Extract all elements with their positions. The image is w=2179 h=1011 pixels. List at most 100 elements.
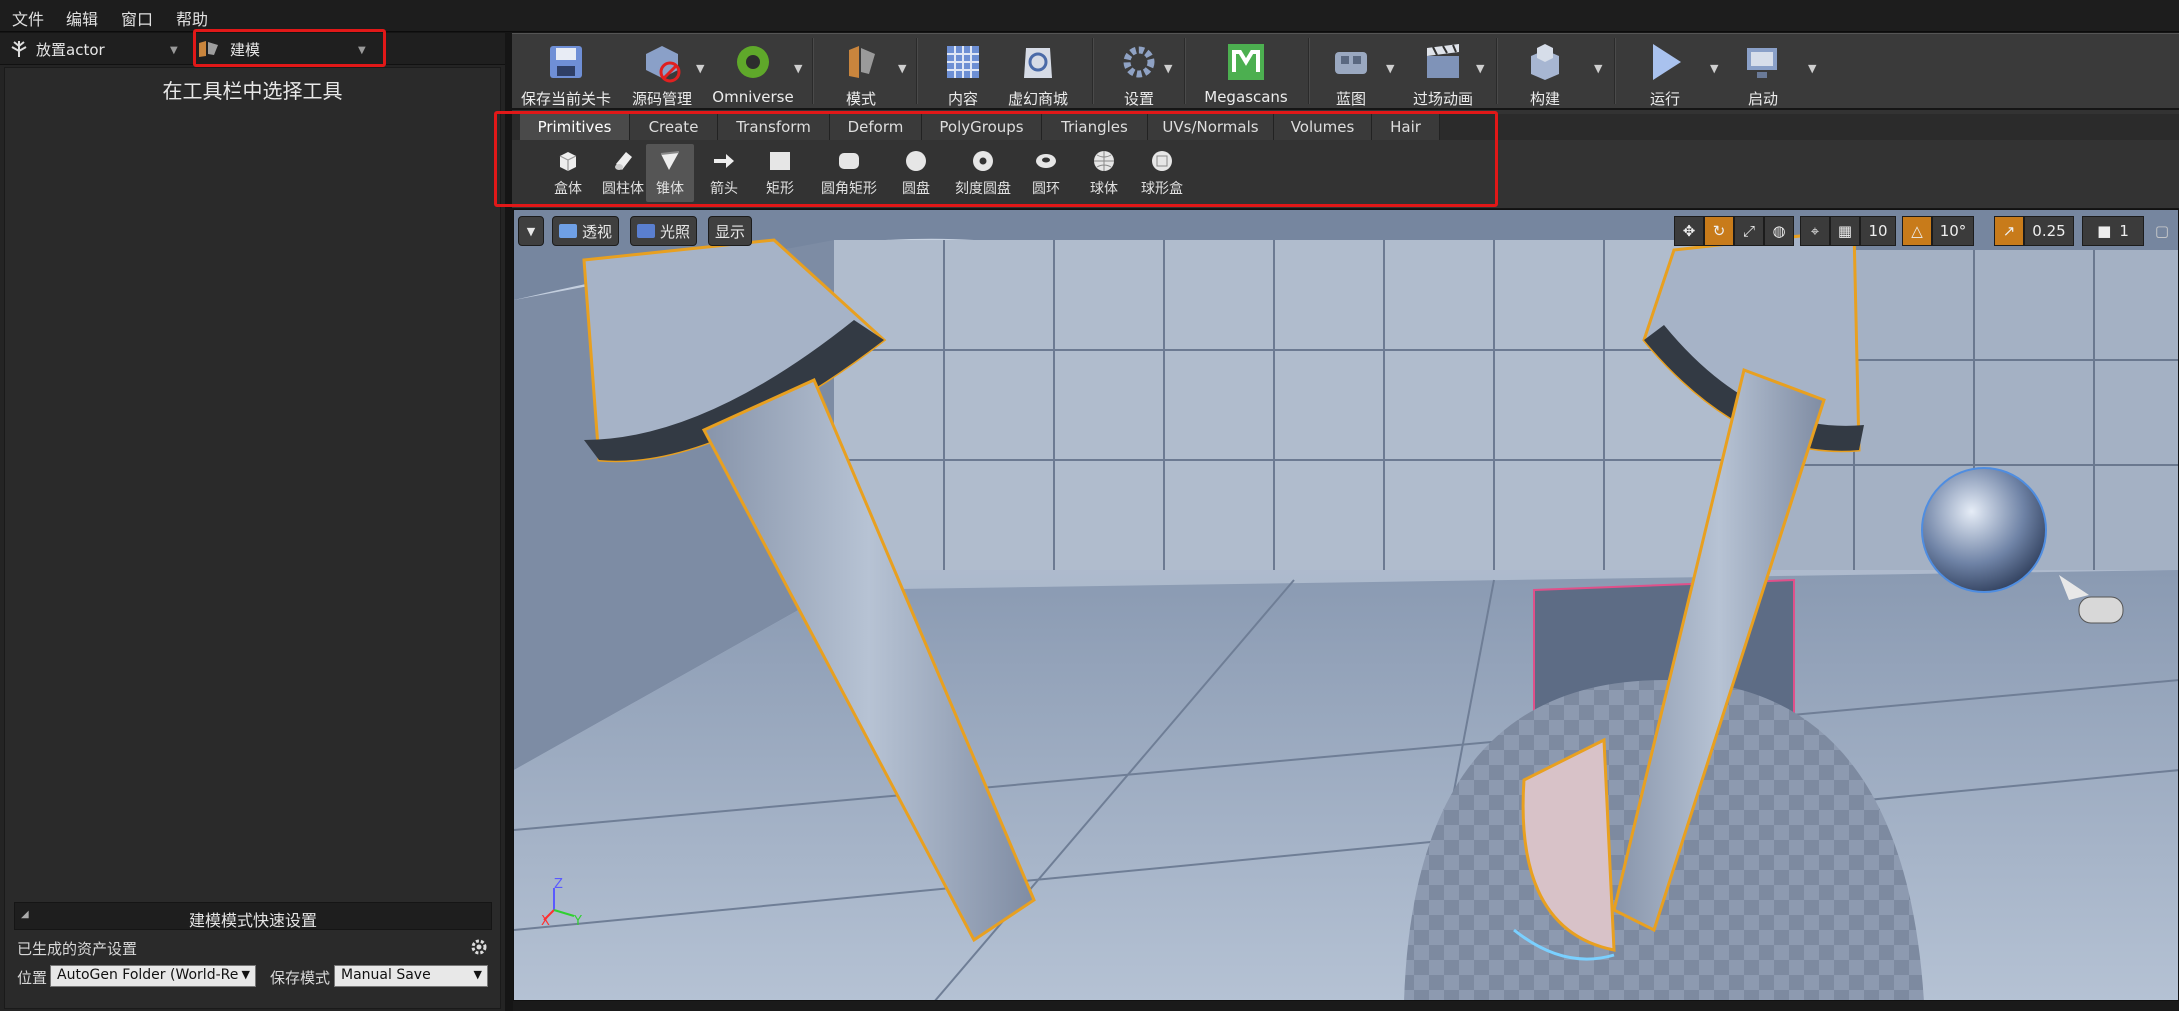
modes-icon — [849, 46, 875, 78]
content-button[interactable]: 内容 — [930, 38, 996, 108]
level-viewport[interactable]: Z X Y ▼ 透视 光照 显示 ✥ ↻ ⤢ ◍ ⌖ ▦ 10 △ 10° ↗ … — [513, 209, 2179, 1001]
chevron-down-icon[interactable]: ▼ — [1594, 62, 1602, 75]
viewport-scene — [514, 210, 2178, 1000]
chevron-down-icon[interactable]: ▼ — [794, 62, 802, 75]
camera-speed-label: 1 — [2119, 222, 2129, 240]
menu-help[interactable]: 帮助 — [176, 6, 208, 30]
menu-file[interactable]: 文件 — [12, 6, 44, 30]
scale-snap-toggle[interactable]: ↗ — [1994, 216, 2024, 246]
camera-speed-button[interactable]: ■ 1 — [2082, 216, 2144, 246]
scale-snap-value[interactable]: 0.25 — [2024, 216, 2074, 246]
toolbar-separator — [1308, 38, 1310, 104]
settings-icon — [1123, 46, 1155, 78]
move-icon: ✥ — [1682, 222, 1696, 240]
chevron-down-icon[interactable]: ▼ — [1710, 62, 1718, 75]
maximize-viewport-button[interactable]: ▢ — [2150, 216, 2174, 246]
chevron-down-icon[interactable]: ▼ — [1476, 62, 1484, 75]
scale-snap-label: 0.25 — [2032, 222, 2066, 240]
surface-snap-button[interactable]: ⌖ — [1800, 216, 1830, 246]
show-label: 显示 — [715, 222, 746, 241]
source-control-label: 源码管理 — [631, 90, 692, 108]
marketplace-button[interactable]: 虚幻商城 — [998, 38, 1078, 108]
launch-label: 启动 — [1747, 90, 1778, 108]
gear-icon[interactable] — [469, 937, 489, 957]
content-icon — [947, 46, 979, 78]
select-tool-hint: 在工具栏中选择工具 — [162, 79, 343, 103]
launch-button[interactable]: 启动 — [1730, 38, 1796, 108]
grid-snap-label: 10 — [1868, 222, 1888, 240]
lit-button[interactable]: 光照 — [630, 216, 698, 246]
source-control-button[interactable]: 源码管理 — [622, 38, 702, 108]
save-mode-label: 保存模式 — [270, 969, 331, 987]
build-icon — [1531, 44, 1559, 80]
save-mode-dropdown[interactable]: Manual Save ▼ — [334, 965, 488, 987]
lit-icon — [637, 224, 655, 238]
blueprints-label: 蓝图 — [1335, 90, 1366, 108]
build-button[interactable]: 构建 — [1512, 38, 1578, 108]
content-label: 内容 — [947, 90, 978, 108]
status-bar — [513, 1001, 2179, 1011]
show-button[interactable]: 显示 — [708, 216, 753, 246]
translate-mode-button[interactable]: ✥ — [1674, 216, 1704, 246]
menu-bar: 文件 编辑 窗口 帮助 — [0, 0, 2179, 32]
chevron-down-icon[interactable]: ▼ — [170, 45, 178, 56]
tool-panel-body — [4, 67, 501, 1009]
megascans-label: Megascans — [1204, 88, 1288, 106]
chevron-down-icon[interactable]: ▼ — [1164, 62, 1172, 75]
build-label: 构建 — [1529, 90, 1560, 108]
source-control-icon — [646, 46, 681, 83]
cinematics-button[interactable]: 过场动画 — [1398, 38, 1488, 108]
omniverse-icon — [737, 46, 769, 78]
toolbar-separator — [1184, 38, 1186, 104]
rotate-icon: ↻ — [1712, 222, 1726, 240]
quick-settings-header[interactable]: ◢ 建模模式快速设置 — [14, 902, 492, 930]
chevron-down-icon[interactable]: ▼ — [1386, 62, 1394, 75]
play-button[interactable]: 运行 — [1632, 38, 1698, 108]
chevron-down-icon[interactable]: ▼ — [696, 62, 704, 75]
rotation-snap-value[interactable]: 10° — [1932, 216, 1974, 246]
blueprints-button[interactable]: 蓝图 — [1318, 38, 1384, 108]
chevron-down-icon: ▼ — [526, 224, 536, 238]
menu-edit[interactable]: 编辑 — [66, 6, 98, 30]
maximize-icon: ▢ — [2154, 222, 2170, 240]
grid-snap-toggle[interactable]: ▦ — [1830, 216, 1860, 246]
location-value: AutoGen Folder (World-Re — [57, 967, 239, 983]
rotate-mode-button[interactable]: ↻ — [1704, 216, 1734, 246]
perspective-button[interactable]: 透视 — [552, 216, 620, 246]
chevron-down-icon[interactable]: ▼ — [898, 62, 906, 75]
megascans-icon — [1228, 44, 1264, 80]
settings-button[interactable]: 设置 — [1106, 38, 1172, 108]
scale-icon: ⤢ — [1742, 222, 1755, 240]
toolbar-separator — [1496, 38, 1498, 104]
save-current-level-label: 保存当前关卡 — [520, 90, 611, 108]
grid-snap-value[interactable]: 10 — [1860, 216, 1896, 246]
world-local-button[interactable]: ◍ — [1764, 216, 1794, 246]
marketplace-icon — [1024, 48, 1052, 78]
quick-settings-title: 建模模式快速设置 — [188, 911, 317, 930]
location-dropdown[interactable]: AutoGen Folder (World-Re ▼ — [50, 965, 256, 987]
modes-button[interactable]: 模式 — [828, 38, 894, 108]
toolbar-separator — [812, 38, 814, 104]
lit-label: 光照 — [660, 222, 691, 241]
main-toolbar: 保存当前关卡 源码管理 ▼ Omniverse ▼ 模式 ▼ 内容 虚幻商城 设… — [512, 33, 2179, 108]
cinematics-label: 过场动画 — [1412, 90, 1473, 108]
marketplace-label: 虚幻商城 — [1007, 90, 1068, 108]
chevron-down-icon: ▼ — [473, 968, 482, 981]
rotation-snap-toggle[interactable]: △ — [1902, 216, 1932, 246]
omniverse-button[interactable]: Omniverse — [710, 38, 796, 108]
save-current-level-button[interactable]: 保存当前关卡 — [518, 38, 614, 108]
camera-icon: ■ — [2097, 222, 2112, 240]
perspective-icon — [559, 224, 577, 238]
scale-mode-button[interactable]: ⤢ — [1734, 216, 1764, 246]
launch-icon — [1747, 48, 1777, 78]
chevron-down-icon[interactable]: ▼ — [1808, 62, 1816, 75]
modes-label: 模式 — [845, 90, 876, 108]
place-actor-mode-tab[interactable]: 放置actor — [8, 36, 183, 62]
menu-window[interactable]: 窗口 — [121, 6, 153, 30]
omniverse-label: Omniverse — [712, 88, 794, 106]
modes-panel: 放置actor ▼ 建模 ▼ 在工具栏中选择工具 ◢ 建模模式快速设置 已生成的… — [0, 33, 505, 1011]
viewport-options-button[interactable]: ▼ — [518, 216, 544, 246]
megascans-button[interactable]: Megascans — [1198, 38, 1294, 108]
location-label: 位置 — [17, 969, 48, 987]
perspective-label: 透视 — [582, 222, 613, 241]
